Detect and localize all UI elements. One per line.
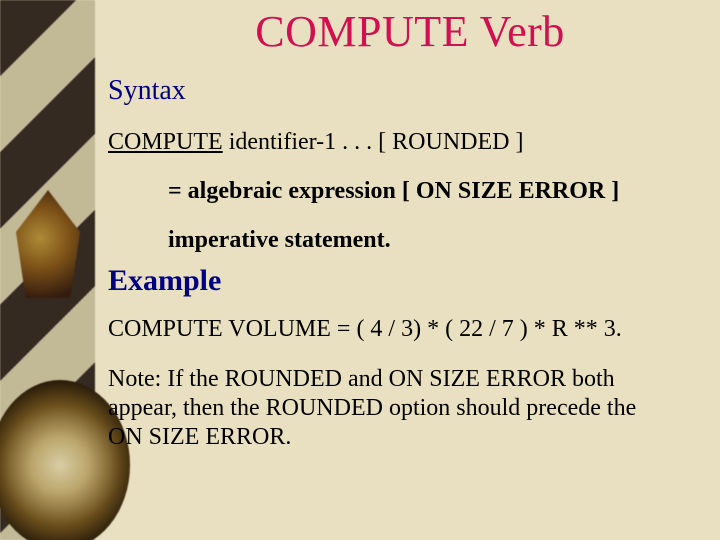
syntax-line-1: COMPUTE identifier-1 . . . [ ROUNDED ]: [108, 129, 700, 156]
slide: COMPUTE Verb Syntax COMPUTE identifier-1…: [0, 0, 720, 540]
slide-title: COMPUTE Verb: [100, 6, 720, 57]
example-heading: Example: [108, 264, 700, 298]
note-text: Note: If the ROUNDED and ON SIZE ERROR b…: [108, 365, 668, 451]
decorative-left-strip: [0, 0, 95, 540]
compute-keyword: COMPUTE: [108, 129, 223, 155]
syntax-heading: Syntax: [108, 75, 700, 107]
slide-body: Syntax COMPUTE identifier-1 . . . [ ROUN…: [108, 75, 700, 451]
example-code: COMPUTE VOLUME = ( 4 / 3) * ( 22 / 7 ) *…: [108, 316, 700, 343]
syntax-line-3: imperative statement.: [168, 227, 700, 254]
syntax-line-1-rest: identifier-1 . . . [ ROUNDED ]: [223, 129, 524, 155]
syntax-line-2: = algebraic expression [ ON SIZE ERROR ]: [168, 178, 700, 205]
